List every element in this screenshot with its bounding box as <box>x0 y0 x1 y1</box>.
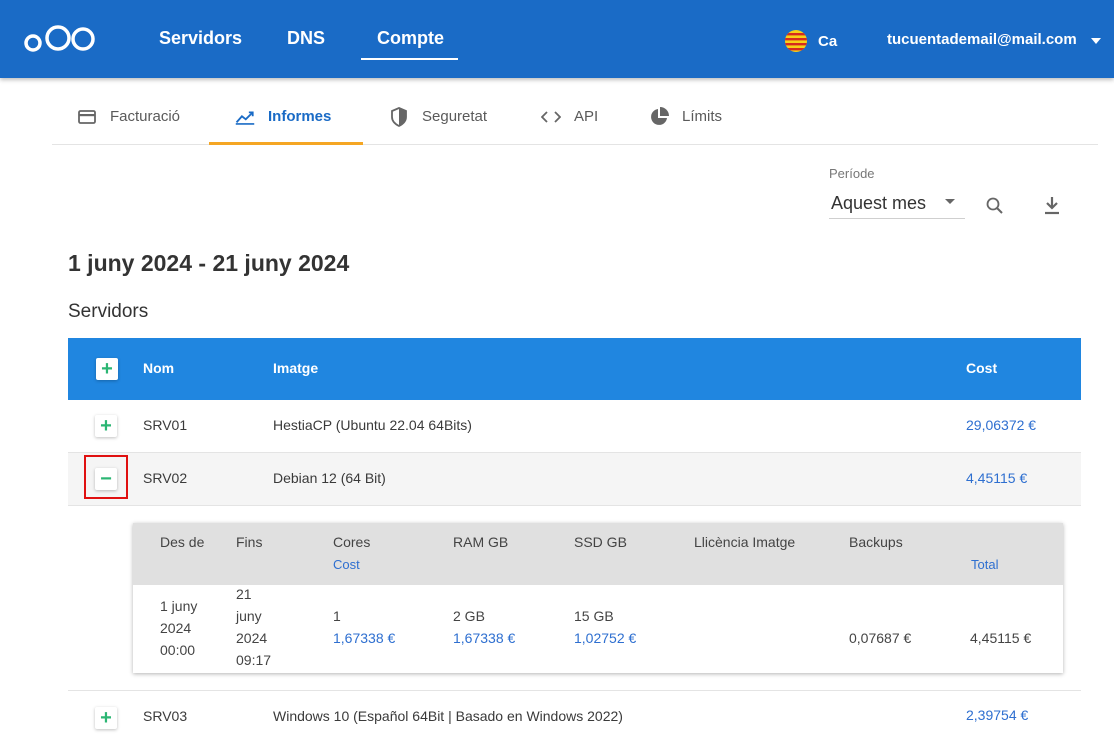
detail-cores-value: 1 <box>333 608 341 624</box>
top-navbar: Servidors DNS Compte Ca tucuentademail@m… <box>0 0 1114 78</box>
tab-label: Informes <box>268 108 332 125</box>
active-tab-indicator <box>209 142 363 145</box>
chevron-down-icon <box>945 199 955 204</box>
code-icon <box>541 107 561 127</box>
tab-label: Límits <box>682 108 723 125</box>
detail-from-line: 00:00 <box>160 642 196 658</box>
expand-all-button[interactable]: + <box>96 358 118 380</box>
tab-label: Facturació <box>110 108 181 125</box>
detail-to-line: 09:17 <box>236 652 272 668</box>
user-menu[interactable]: tucuentademail@mail.com <box>887 31 1077 48</box>
detail-from-line: 2024 <box>160 620 192 636</box>
detail-cores-cost[interactable]: 1,67338 € <box>333 627 395 649</box>
detail-header-cost: Cost <box>333 557 360 572</box>
column-header-name[interactable]: Nom <box>143 360 174 376</box>
nav-active-indicator <box>361 58 458 60</box>
highlight-box <box>84 455 128 499</box>
tab-api[interactable]: API <box>541 88 598 145</box>
account-tabs: Facturació Informes Seguretat API Límits <box>52 88 1098 145</box>
server-name: SRV02 <box>143 470 188 486</box>
expand-row-button[interactable]: + <box>95 707 117 729</box>
server-image: Debian 12 (64 Bit) <box>273 470 386 486</box>
server-name: SRV03 <box>143 708 188 724</box>
nav-servidors[interactable]: Servidors <box>159 28 242 49</box>
tab-facturacio[interactable]: Facturació <box>77 88 180 145</box>
period-selected-value: Aquest mes <box>831 193 927 213</box>
nav-compte[interactable]: Compte <box>377 28 444 49</box>
detail-header-total: Total <box>971 557 999 572</box>
nav-dns[interactable]: DNS <box>287 28 325 49</box>
search-icon[interactable] <box>984 195 1006 217</box>
chevron-down-icon[interactable] <box>1091 38 1101 44</box>
detail-header-ram: RAM GB <box>453 534 509 550</box>
shield-icon <box>389 106 409 127</box>
date-range-title: 1 juny 2024 - 21 juny 2024 <box>68 250 350 276</box>
column-header-image[interactable]: Imatge <box>273 360 318 376</box>
table-row[interactable]: + SRV03 Windows 10 (Español 64Bit | Basa… <box>68 691 1081 744</box>
period-select[interactable]: Aquest mes <box>829 186 965 219</box>
detail-ram-value: 2 GB <box>453 608 485 624</box>
detail-header-to: Fins <box>236 534 263 550</box>
detail-header: Des de Fins Cores Cost RAM GB SSD GB Lli… <box>133 523 1063 585</box>
language-label[interactable]: Ca <box>818 33 837 50</box>
credit-card-icon <box>77 107 97 127</box>
detail-ram-cost[interactable]: 1,67338 € <box>453 627 515 649</box>
tab-limits[interactable]: Límits <box>649 88 722 145</box>
server-detail-panel: Des de Fins Cores Cost RAM GB SSD GB Lli… <box>133 523 1063 673</box>
chart-line-icon <box>235 107 255 127</box>
pie-chart-icon <box>649 106 669 127</box>
server-cost[interactable]: 2,39754 € <box>966 707 1028 723</box>
tab-informes[interactable]: Informes <box>235 88 331 145</box>
catalan-flag-icon[interactable] <box>785 30 807 52</box>
detail-header-backups: Backups <box>849 534 903 550</box>
column-header-cost[interactable]: Cost <box>966 360 997 376</box>
tab-seguretat[interactable]: Seguretat <box>389 88 487 145</box>
detail-from: 1 juny 2024 00:00 <box>160 595 197 661</box>
detail-header-cores: Cores <box>333 534 371 550</box>
detail-backups-cost[interactable]: 0,07687 € <box>849 627 911 649</box>
detail-to: 21 juny 2024 09:17 <box>236 583 271 671</box>
detail-to-line: juny <box>236 608 262 624</box>
download-icon[interactable] <box>1041 194 1063 216</box>
server-image: HestiaCP (Ubuntu 22.04 64Bits) <box>273 417 472 433</box>
detail-ram: 2 GB 1,67338 € <box>453 605 515 649</box>
expand-row-button[interactable]: + <box>95 415 117 437</box>
detail-to-line: 2024 <box>236 630 268 646</box>
server-image: Windows 10 (Español 64Bit | Basado en Wi… <box>273 708 623 724</box>
tab-label: Seguretat <box>422 108 488 125</box>
server-cost[interactable]: 4,45115 € <box>966 470 1027 486</box>
detail-to-line: 21 <box>236 586 252 602</box>
table-row[interactable]: + SRV01 HestiaCP (Ubuntu 22.04 64Bits) 2… <box>68 400 1081 453</box>
tab-label: API <box>574 108 599 125</box>
server-cost[interactable]: 29,06372 € <box>966 417 1036 433</box>
table-row[interactable]: − SRV02 Debian 12 (64 Bit) 4,45115 € <box>68 453 1081 506</box>
server-name: SRV01 <box>143 417 188 433</box>
logo-icon[interactable] <box>24 24 96 54</box>
detail-ssd-value: 15 GB <box>574 608 614 624</box>
detail-header-ssd: SSD GB <box>574 534 627 550</box>
detail-ssd: 15 GB 1,02752 € <box>574 605 636 649</box>
section-title: Servidors <box>68 301 149 322</box>
detail-cores: 1 1,67338 € <box>333 605 395 649</box>
detail-header-license: Llicència Imatge <box>694 534 796 550</box>
servers-table-header: + Nom Imatge Cost <box>68 338 1081 400</box>
detail-total[interactable]: 4,45115 € <box>970 627 1031 649</box>
period-label: Període <box>829 166 875 181</box>
detail-from-line: 1 juny <box>160 598 198 614</box>
detail-ssd-cost[interactable]: 1,02752 € <box>574 627 636 649</box>
detail-header-from: Des de <box>160 534 205 550</box>
